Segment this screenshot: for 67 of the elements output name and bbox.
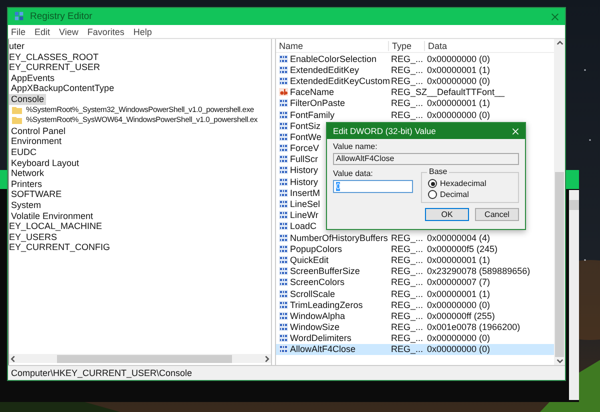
table-cell-text: REG_... <box>390 98 424 108</box>
table-cell: LoadC <box>290 221 317 232</box>
table-cell-text: 0x00000001 (1) <box>426 64 492 75</box>
table-cell-text: 0x00000000 (0) <box>426 76 492 86</box>
table-cell: FontWe <box>290 132 322 142</box>
table-cell-text: REG_... <box>390 244 424 254</box>
table-cell: EnableColorSelection <box>290 54 377 64</box>
table-cell: ScreenBufferSize <box>290 266 360 276</box>
table-cell-text: 0x000000ff (255) <box>426 310 496 321</box>
table-cell-text: REG_... <box>390 64 424 75</box>
table-cell: PopupColors <box>290 244 342 254</box>
table-cell: WindowAlpha <box>290 310 346 321</box>
table-cell: FaceName <box>290 87 334 98</box>
table-cell-text: REG_... <box>390 344 424 354</box>
table-cell-text: 0x00000000 (0) <box>426 344 492 354</box>
table-cell-text: REG_... <box>390 322 424 332</box>
table-cell: InsertM <box>290 188 320 198</box>
table-cell: LineWr <box>290 210 318 220</box>
table-cell: WordDelimiters <box>290 333 352 344</box>
table-cell-text: REG_... <box>390 300 424 310</box>
table-cell: History <box>290 165 318 176</box>
table-cell: FontSiz <box>290 120 321 131</box>
table-cell-text: REG_... <box>390 277 424 288</box>
radio-label: Hexadecimal <box>440 179 486 188</box>
table-cell: History <box>290 176 318 187</box>
table-cell: QuickEdit <box>290 254 329 265</box>
table-cell-text: 0x00000007 (7) <box>426 277 492 288</box>
table-cell-text: REG_... <box>390 110 424 120</box>
table-cell-text: REG_... <box>390 288 424 299</box>
table-cell-text: REG_... <box>390 333 424 344</box>
table-cell-text: 0x001e0078 (1966200) <box>426 322 522 332</box>
group-label: Base <box>427 167 450 176</box>
window-title: Registry Editor <box>30 11 94 22</box>
status-bar: Computer\HKEY_CURRENT_USER\Console <box>8 365 565 380</box>
table-cell: ScrollScale <box>290 288 336 299</box>
table-cell-text: 0x00000001 (1) <box>426 254 492 265</box>
table-cell-text: 0x00000000 (0) <box>426 333 492 344</box>
field-label: Value data: <box>333 169 374 178</box>
table-cell: ExtendedEditKeyCustom <box>290 76 390 86</box>
table-cell-text: 0x00000000 (0) <box>426 110 492 120</box>
table-cell-text: 0x000000f5 (245) <box>426 244 499 254</box>
table-cell: TrimLeadingZeros <box>290 300 363 310</box>
field-label: Value name: <box>333 142 378 151</box>
table-cell-text: REG_... <box>390 54 424 64</box>
table-cell-text: REG_... <box>390 266 424 276</box>
dialog-title: Edit DWORD (32-bit) Value <box>333 126 436 136</box>
table-cell-text: 0x00000001 (1) <box>426 98 492 108</box>
radio-label: Decimal <box>440 190 469 199</box>
table-cell: FullScr <box>290 154 318 164</box>
table-cell-text: 0x00000004 (4) <box>426 232 492 243</box>
table-cell-text: REG_... <box>390 254 424 265</box>
table-cell-text: 0x00000000 (0) <box>426 300 492 310</box>
table-cell: FilterOnPaste <box>290 98 346 108</box>
table-cell: ScreenColors <box>290 277 345 288</box>
table-cell-text: REG_... <box>390 76 424 86</box>
table-cell: NumberOfHistoryBuffers <box>290 232 388 243</box>
table-cell: WindowSize <box>290 322 340 332</box>
table-cell: ForceV <box>290 143 320 154</box>
table-cell: AllowAltF4Close <box>290 344 356 354</box>
table-cell-text: 0x23290078 (589889656) <box>426 266 532 276</box>
table-cell: LineSel <box>290 199 320 210</box>
table-cell-text: REG_... <box>390 232 424 243</box>
table-cell-text: REG_... <box>390 310 424 321</box>
table-cell-text: 0x00000001 (1) <box>426 288 492 299</box>
table-cell: ExtendedEditKey <box>290 64 360 75</box>
table-cell-text: 0x00000000 (0) <box>426 54 492 64</box>
table-cell: FontFamily <box>290 110 335 120</box>
